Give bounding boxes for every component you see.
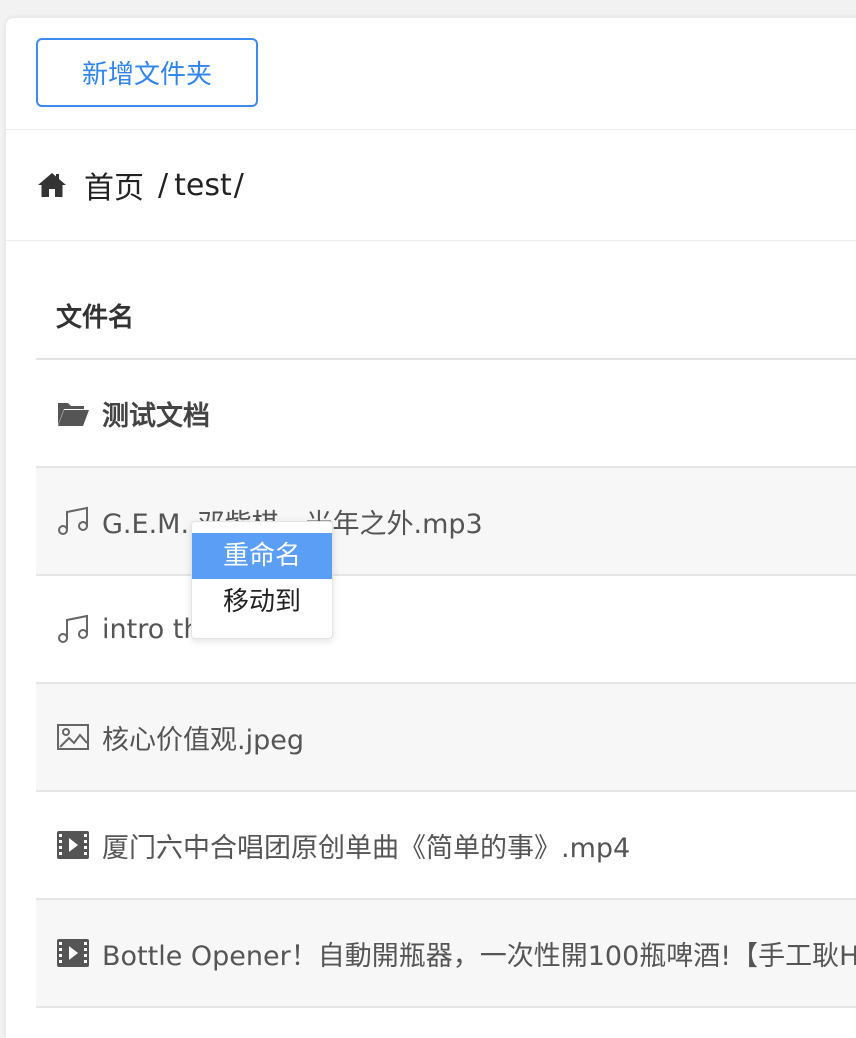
table-row[interactable]: intro the ... [36, 576, 856, 684]
video-icon [57, 831, 89, 859]
table-row[interactable]: 核心价值观.jpeg [36, 684, 856, 792]
table-row[interactable]: G.E.M. 邓紫棋 - 光年之外.mp3 [36, 468, 856, 576]
table-row[interactable]: Bottle Opener！自動開瓶器，一次性開100瓶啤酒!【手工耿H [36, 900, 856, 1008]
breadcrumb-separator: / [158, 167, 169, 203]
table-row[interactable]: 厦门六中合唱团原创单曲《简单的事》.mp4 [36, 792, 856, 900]
home-icon[interactable] [36, 169, 68, 201]
breadcrumb-separator: / [233, 167, 244, 203]
breadcrumb-folder[interactable]: test [174, 168, 232, 203]
table-row[interactable]: 测试文档 [36, 360, 856, 468]
file-name[interactable]: Bottle Opener！自動開瓶器，一次性開100瓶啤酒!【手工耿H [102, 934, 856, 973]
context-menu: 重命名 移动到 [191, 521, 333, 639]
file-name[interactable]: 核心价值观.jpeg [102, 718, 304, 757]
menu-item-rename[interactable]: 重命名 [192, 533, 332, 579]
video-icon [57, 939, 89, 967]
menu-item-move-to[interactable]: 移动到 [192, 579, 332, 625]
column-header-filename: 文件名 [56, 302, 135, 333]
image-icon [57, 724, 89, 750]
file-manager-panel: 新增文件夹 首页 / test / 文件名 测试文档 G.E.M. 邓 [6, 18, 856, 1038]
folder-icon [58, 403, 89, 426]
file-name[interactable]: 测试文档 [102, 394, 210, 433]
breadcrumb: 首页 / test / [6, 130, 856, 241]
music-icon [58, 506, 88, 535]
toolbar: 新增文件夹 [6, 18, 856, 130]
file-table: 文件名 测试文档 G.E.M. 邓紫棋 - 光年之外.mp3 intr [36, 272, 856, 1008]
music-icon [58, 614, 88, 643]
file-name[interactable]: 厦门六中合唱团原创单曲《简单的事》.mp4 [102, 826, 630, 865]
breadcrumb-home[interactable]: 首页 [84, 163, 144, 207]
new-folder-button[interactable]: 新增文件夹 [36, 38, 258, 107]
table-header: 文件名 [36, 272, 856, 360]
